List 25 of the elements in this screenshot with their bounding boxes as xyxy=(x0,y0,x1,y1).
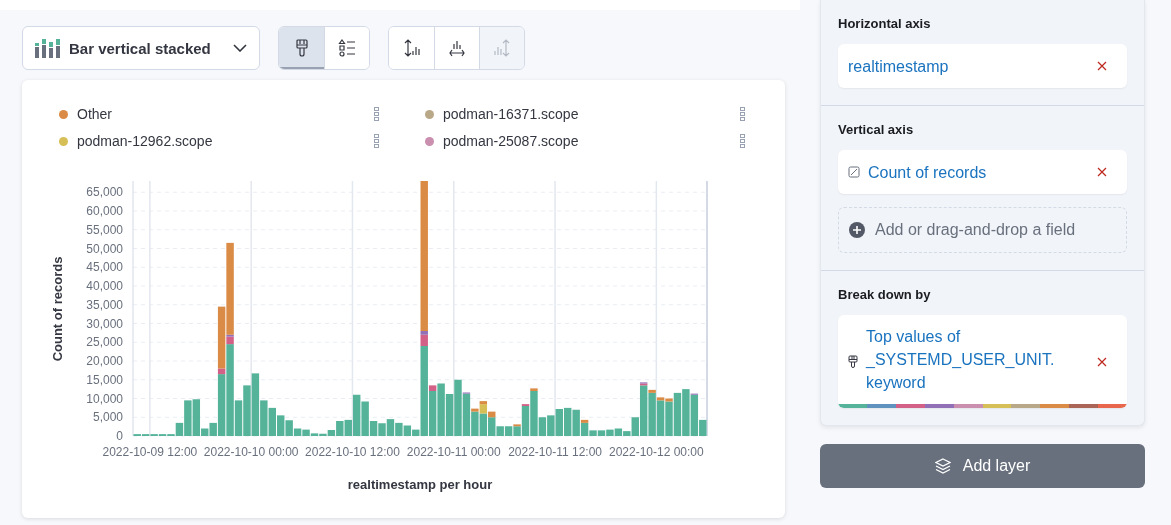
section-title: Vertical axis xyxy=(838,122,915,137)
x-tick-label: 2022-10-10 12:00 xyxy=(305,445,400,459)
y-tick-label: 50,000 xyxy=(86,241,123,256)
x-tick-label: 2022-10-11 00:00 xyxy=(406,445,501,459)
y-tick-label: 0 xyxy=(116,429,123,443)
x-tick-label: 2022-10-10 00:00 xyxy=(203,445,299,459)
x-tick-label: 2022-10-11 12:00 xyxy=(508,445,602,459)
y-tick-label: 60,000 xyxy=(86,204,123,218)
y-tick-label: 15,000 xyxy=(86,372,123,387)
y-tick-label: 35,000 xyxy=(86,297,123,312)
y-tick-label: 55,000 xyxy=(86,222,123,237)
y-tick-label: 25,000 xyxy=(86,335,123,350)
section-title: Horizontal axis xyxy=(838,16,932,31)
y-tick-label: 10,000 xyxy=(86,391,123,406)
x-tick-label: 2022-10-12 00:00 xyxy=(609,445,704,459)
section-title: Break down by xyxy=(838,287,932,302)
y-tick-label: 40,000 xyxy=(86,279,123,293)
y-tick-label: 65,000 xyxy=(86,185,123,200)
x-tick-label: 2022-10-09 12:00 xyxy=(102,445,198,459)
y-tick-label: 20,000 xyxy=(86,354,123,368)
y-tick-label: 5,000 xyxy=(92,410,123,425)
y-tick-label: 30,000 xyxy=(86,316,123,331)
y-axis-title: Count of records xyxy=(50,256,65,362)
x-axis-title: realtimestamp per hour xyxy=(347,477,493,492)
y-tick-label: 45,000 xyxy=(86,260,123,275)
